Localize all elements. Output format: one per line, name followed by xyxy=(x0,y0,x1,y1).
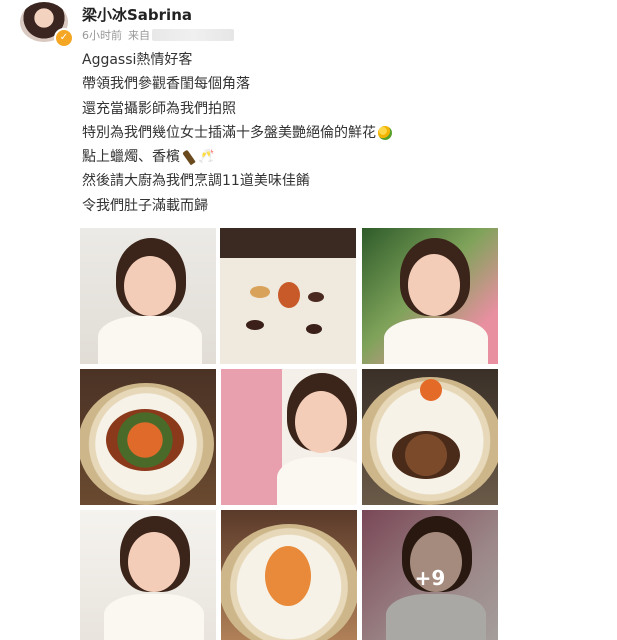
photo-thumbnail[interactable] xyxy=(80,369,216,505)
post-line: 令我們肚子滿載而歸 xyxy=(82,197,208,214)
photo-thumbnail[interactable] xyxy=(362,228,498,364)
post-line: 特別為我們幾位女士插滿十多盤美艷絕倫的鮮花 xyxy=(82,121,392,145)
post-source-blurred xyxy=(152,29,234,41)
post-time: 6小时前 xyxy=(82,29,122,42)
flower-bouquet-icon xyxy=(378,125,392,140)
post-line: 還充當攝影師為我們拍照 xyxy=(82,100,236,117)
photo-thumbnail[interactable] xyxy=(221,369,357,505)
weibo-post: ✓ 梁小冰Sabrina 6小时前 来自 Aggassi熱情好客 帶領我們參觀香… xyxy=(0,0,617,640)
post-line: 點上蠟燭、香檳 🥂 xyxy=(82,145,392,169)
photo-thumbnail[interactable] xyxy=(220,228,356,364)
photo-thumbnail[interactable] xyxy=(80,510,216,640)
post-line: 然後請大廚為我們烹調11道美味佳餚 xyxy=(82,173,310,190)
post-meta: 6小时前 来自 xyxy=(82,27,234,43)
champagne-bottle-icon xyxy=(182,149,196,166)
post-text: Aggassi熱情好客 帶領我們參觀香閨每個角落 還充當攝影師為我們拍照 特別為… xyxy=(82,48,392,218)
post-line: 帶領我們參觀香閨每個角落 xyxy=(82,76,250,93)
photo-thumbnail-more[interactable]: +9 xyxy=(362,510,498,640)
username[interactable]: 梁小冰Sabrina xyxy=(82,4,192,25)
photo-thumbnail[interactable] xyxy=(221,510,357,640)
post-line: Aggassi熱情好客 xyxy=(82,52,193,68)
more-photos-count[interactable]: +9 xyxy=(362,510,498,640)
clinking-glasses-icon: 🥂 xyxy=(198,149,215,165)
photo-thumbnail[interactable] xyxy=(80,228,216,364)
post-source-label: 来自 xyxy=(128,29,150,42)
photo-thumbnail[interactable] xyxy=(362,369,498,505)
verified-badge-icon: ✓ xyxy=(54,28,74,48)
